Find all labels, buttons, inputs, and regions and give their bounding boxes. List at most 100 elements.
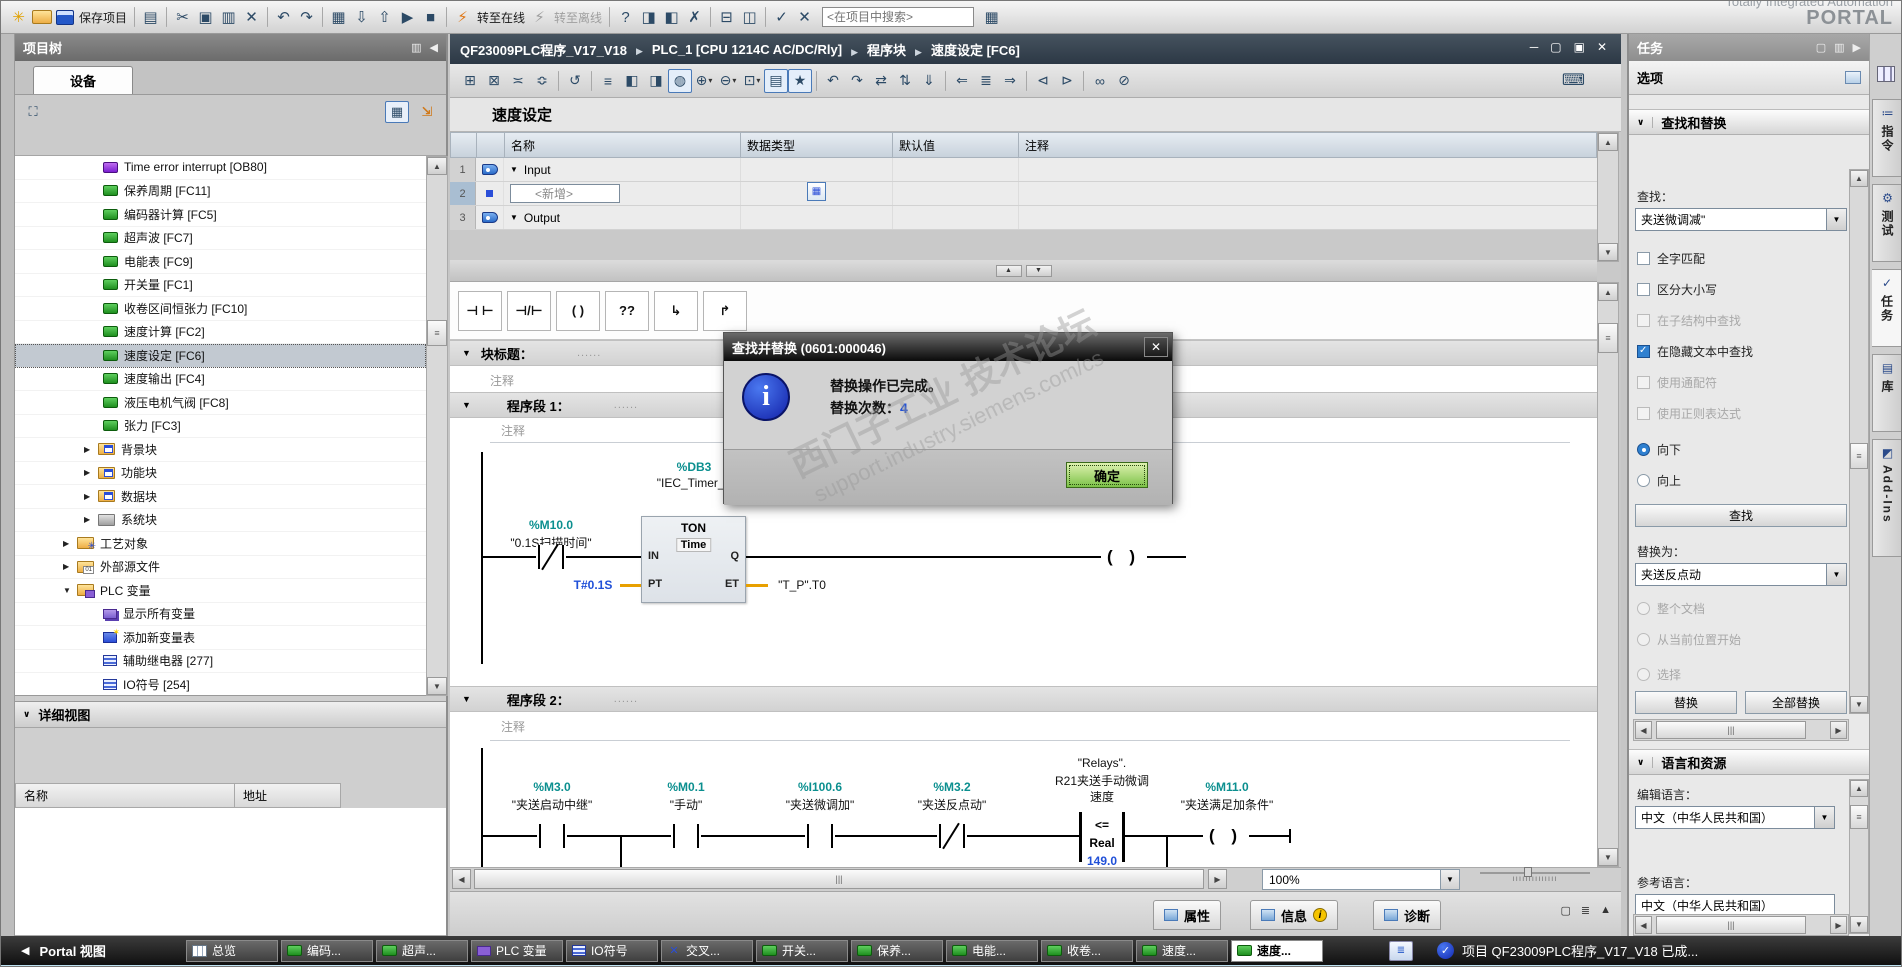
edit-language-select[interactable]: 中文（中华人民共和国） ▼ <box>1635 806 1835 829</box>
ok-button[interactable]: 确定 <box>1066 462 1148 488</box>
accessible-devices-icon[interactable]: ? <box>614 5 637 29</box>
datatype-picker-icon[interactable]: ▦ <box>807 182 826 201</box>
online-check-icon[interactable]: ✓ <box>770 5 793 29</box>
split-horizontal-icon[interactable]: ⊟ <box>715 5 738 29</box>
editor-taskbar-button[interactable]: 开关... <box>755 939 848 962</box>
chevron-down-icon[interactable]: ▼ <box>1440 870 1459 889</box>
snapshot-icon[interactable]: ≍ <box>506 69 530 93</box>
editor-taskbar-button[interactable]: IO符号 <box>565 939 658 962</box>
find-input[interactable]: 夹送微调减" ▼ <box>1635 208 1847 231</box>
insert-box-icon[interactable]: ⊡ <box>740 69 764 93</box>
redo-icon[interactable]: ↷ <box>295 5 318 29</box>
undo-jump-icon[interactable]: ↶ <box>821 69 845 93</box>
keyboard-icon[interactable]: ⌨ <box>1562 70 1585 90</box>
dialog-title-bar[interactable]: 查找并替换 (0601:000046) <box>724 333 1172 361</box>
operand-name[interactable]: "手动" <box>670 796 703 813</box>
editor-toolbar-item[interactable] <box>558 70 559 91</box>
delete-row-icon[interactable]: ⊠ <box>482 69 506 93</box>
close-icon[interactable]: ✕ <box>1597 40 1607 54</box>
editor-taskbar-button[interactable]: 总览 <box>185 939 278 962</box>
operand-address[interactable]: %M3.2 <box>933 780 970 794</box>
editor-toolbar-item[interactable] <box>1026 70 1027 91</box>
tree-item[interactable]: 辅助继电器 [277] <box>15 650 426 673</box>
start-simulation-icon[interactable]: ◨ <box>637 5 660 29</box>
add-network-icon[interactable]: ⊕ <box>692 69 716 93</box>
panel-scrollbar[interactable]: ▲ ≡ ▼ <box>1849 169 1869 714</box>
copy-icon[interactable]: ▣ <box>194 5 217 29</box>
editor-toolbar-item[interactable] <box>1083 70 1084 91</box>
operand-name[interactable]: "夹送反点动" <box>918 796 987 813</box>
toolbar-item[interactable] <box>710 7 712 27</box>
tab-info[interactable]: 信息 i <box>1249 900 1338 930</box>
scroll-left-icon[interactable]: ◀ <box>1635 916 1652 934</box>
scroll-down-icon[interactable]: ▼ <box>1850 916 1868 933</box>
update-calls-icon[interactable]: ⇄ <box>869 69 893 93</box>
goto-next-icon[interactable]: ⊳ <box>1055 69 1079 93</box>
tree-scrollbar[interactable]: ▲ ≡ ▼ <box>426 156 448 696</box>
expand-arrow-icon[interactable] <box>84 468 98 477</box>
operand-address[interactable]: %M10.0 <box>529 518 573 532</box>
editor-taskbar-button[interactable]: 收卷... <box>1040 939 1133 962</box>
lock-icon[interactable]: ⊘ <box>1112 69 1136 93</box>
tree-item[interactable]: 开关量 [FC1] <box>15 274 426 297</box>
dialog-close-icon[interactable]: ✕ <box>1144 337 1168 357</box>
paste-icon[interactable]: ▥ <box>217 5 240 29</box>
expand-arrow-icon[interactable] <box>63 562 77 571</box>
save-project-icon[interactable] <box>56 9 74 25</box>
expand-arrow-icon[interactable] <box>84 515 98 524</box>
tree-item[interactable]: 添加新变量表 <box>15 626 426 650</box>
radio[interactable] <box>1637 601 1650 615</box>
column-header[interactable]: 名称 <box>15 783 235 808</box>
float-icon[interactable]: ▢ <box>1816 41 1826 54</box>
find-button[interactable]: 查找 <box>1635 504 1847 527</box>
glasses-icon[interactable]: ∞ <box>1088 69 1112 93</box>
breadcrumb-item[interactable]: PLC_1 [CPU 1214C AC/DC/Rly] <box>627 42 842 57</box>
tree-item[interactable]: 保养周期 [FC11] <box>15 180 426 203</box>
no-contact[interactable] <box>537 824 567 848</box>
checkbox[interactable] <box>1637 375 1650 389</box>
toolbar-item[interactable] <box>609 7 611 27</box>
expand-arrow-icon[interactable] <box>63 539 77 548</box>
editor-taskbar-button[interactable]: 电能... <box>945 939 1038 962</box>
checkbox[interactable] <box>1637 406 1650 420</box>
editor-taskbar-button[interactable]: 保养... <box>850 939 943 962</box>
scroll-right-icon[interactable]: ▶ <box>1830 721 1847 739</box>
radio[interactable] <box>1637 667 1650 681</box>
find-replace-section-header[interactable]: ∨ 查找和替换 <box>1629 109 1869 135</box>
collapse-up-icon[interactable]: ▲ <box>1600 904 1611 917</box>
toolbar-item[interactable]: 转至在线 <box>474 5 528 29</box>
replace-button[interactable]: 替换 <box>1635 691 1737 714</box>
open-branch-icon[interactable]: ↳ <box>654 290 698 331</box>
scroll-down-icon[interactable]: ▼ <box>427 677 447 695</box>
collapse-networks-icon[interactable]: ◨ <box>644 69 668 93</box>
star-icon[interactable]: ★ <box>788 68 812 93</box>
editor-taskbar-button[interactable]: 超声... <box>375 939 468 962</box>
editor-taskbar-button[interactable]: 编码... <box>280 939 373 962</box>
checkbox[interactable] <box>1637 282 1650 296</box>
side-tab[interactable]: ◩ Add-Ins <box>1872 439 1901 557</box>
collapse-up-icon[interactable]: ▲ <box>995 264 1022 277</box>
editor-scrollbar[interactable]: ▲ ≡ ▼ <box>1597 282 1619 867</box>
close-branch-icon[interactable]: ↱ <box>703 290 747 331</box>
nc-contact[interactable] <box>937 822 967 850</box>
project-search-input[interactable] <box>822 7 975 27</box>
open-reference-icon[interactable]: ⇲ <box>415 101 439 123</box>
et-operand[interactable]: "T_P".T0 <box>778 578 826 592</box>
split-vertical-icon[interactable]: ◫ <box>738 5 761 29</box>
tree-item[interactable]: 液压电机气阀 [FC8] <box>15 391 426 415</box>
editor-toolbar-item[interactable] <box>945 70 946 91</box>
replace-all-button[interactable]: 全部替换 <box>1745 691 1847 714</box>
checkbox[interactable] <box>1637 313 1650 327</box>
zoom-select[interactable]: 100% ▼ <box>1262 869 1460 890</box>
go-offline-icon[interactable]: ⚡ <box>528 5 551 29</box>
toolbar-item[interactable] <box>134 7 136 27</box>
ton-timer-block[interactable]: TON Time IN Q PT ET <box>641 516 746 603</box>
scroll-thumb[interactable]: ||| <box>474 869 1204 889</box>
empty-box-icon[interactable]: ?? <box>605 290 649 331</box>
no-contact[interactable] <box>671 824 701 848</box>
find-option[interactable]: 在隐藏文本中查找 <box>1637 343 1753 359</box>
tab-diagnostics[interactable]: 诊断 <box>1372 900 1441 930</box>
column-header[interactable]: 注释 <box>1018 132 1597 158</box>
nc-contact[interactable] <box>536 543 566 571</box>
cut-icon[interactable]: ✂ <box>171 5 194 29</box>
